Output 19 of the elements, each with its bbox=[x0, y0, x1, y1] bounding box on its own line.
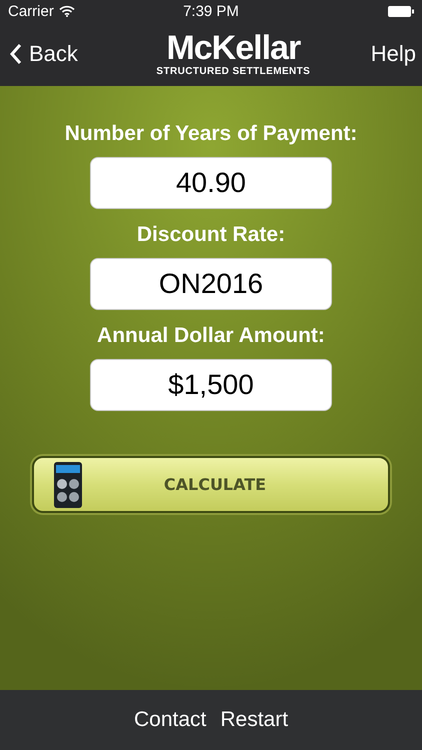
chevron-left-icon bbox=[10, 44, 22, 64]
input-field[interactable]: $1,500 bbox=[90, 359, 332, 411]
field-label: Discount Rate: bbox=[136, 223, 286, 248]
field-label: Number of Years of Payment: bbox=[64, 122, 358, 147]
wifi-icon bbox=[58, 5, 75, 17]
help-button[interactable]: Help bbox=[370, 41, 416, 67]
calculate-button[interactable]: CALCULATE bbox=[32, 456, 390, 513]
calculator-icon bbox=[54, 462, 82, 508]
clock-time: 7:39 PM bbox=[183, 2, 239, 20]
input-field[interactable]: ON2016 bbox=[90, 258, 332, 310]
footer-button[interactable]: Contact bbox=[134, 708, 206, 732]
carrier-label: Carrier bbox=[8, 2, 54, 20]
battery-icon bbox=[388, 6, 414, 16]
footer-button[interactable]: Restart bbox=[220, 708, 288, 732]
logo-subtitle: STRUCTURED SETTLEMENTS bbox=[156, 66, 310, 77]
back-button[interactable]: Back bbox=[10, 41, 78, 67]
input-field[interactable]: 40.90 bbox=[90, 157, 332, 209]
field-label: Annual Dollar Amount: bbox=[97, 324, 325, 349]
logo-text: McKellar bbox=[166, 31, 300, 65]
